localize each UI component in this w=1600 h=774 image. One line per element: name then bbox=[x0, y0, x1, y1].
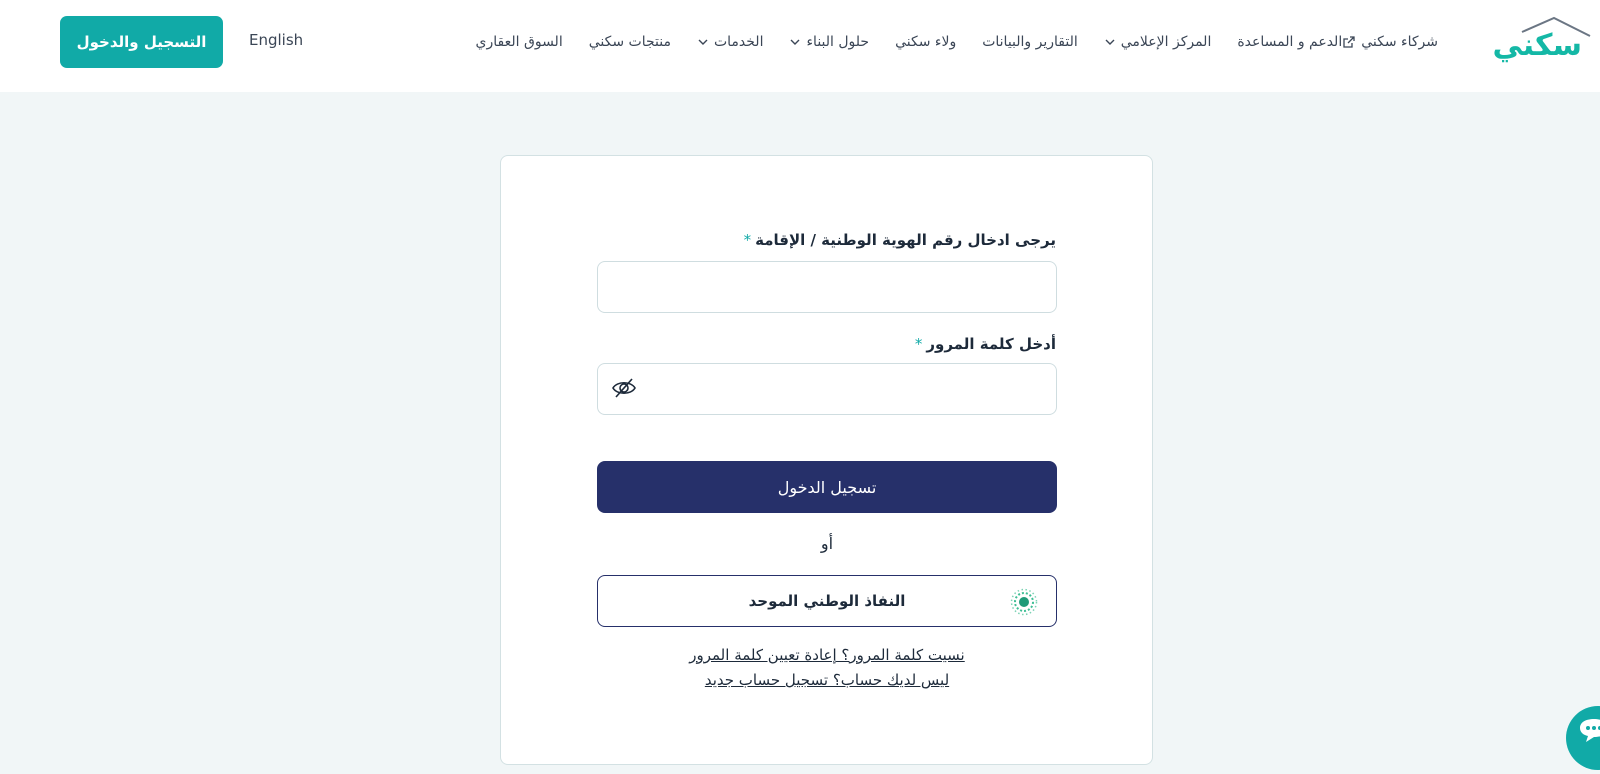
password-field-label: أدخل كلمة المرور* bbox=[596, 335, 1056, 353]
id-field-label: يرجى ادخال رقم الهوية الوطنية / الإقامة* bbox=[596, 231, 1056, 249]
external-link-icon bbox=[1343, 36, 1355, 48]
nav-item-support[interactable]: الدعم و المساعدة bbox=[1237, 34, 1342, 50]
required-marker: * bbox=[914, 335, 923, 353]
nav-item-label: الخدمات bbox=[713, 34, 764, 50]
nav-item-label: الدعم و المساعدة bbox=[1237, 34, 1343, 50]
eye-off-icon[interactable] bbox=[611, 375, 637, 401]
forgot-password-link[interactable]: نسيت كلمة المرور؟ إعادة تعيين كلمة المرو… bbox=[597, 646, 1057, 664]
password-label-text: أدخل كلمة المرور bbox=[926, 335, 1056, 353]
or-divider: أو bbox=[820, 534, 834, 553]
nav-item-reports-data[interactable]: التقارير والبيانات bbox=[982, 34, 1078, 50]
chat-widget-button[interactable] bbox=[1566, 706, 1600, 770]
id-label-text: يرجى ادخال رقم الهوية الوطنية / الإقامة bbox=[755, 231, 1056, 249]
chevron-down-icon bbox=[1105, 39, 1115, 45]
main-nav: السوق العقاري منتجات سكني الخدمات حلول ا… bbox=[450, 30, 1438, 54]
chevron-down-icon bbox=[698, 39, 708, 45]
nafath-login-button[interactable]: النفاذ الوطني الموحد bbox=[597, 575, 1057, 627]
register-new-account-link[interactable]: ليس لديك حساب؟ تسجيل حساب جديد bbox=[597, 671, 1057, 689]
nav-item-label: شركاء سكني bbox=[1361, 34, 1438, 50]
nav-item-label: السوق العقاري bbox=[475, 34, 563, 50]
logo-text: سكني bbox=[1492, 28, 1583, 63]
nav-item-label: منتجات سكني bbox=[588, 34, 671, 50]
nav-item-label: ولاء سكني bbox=[895, 34, 957, 50]
nafath-label: النفاذ الوطني الموحد bbox=[748, 592, 906, 610]
nav-item-sakani-partners[interactable]: شركاء سكني bbox=[1342, 34, 1438, 50]
nav-item-services[interactable]: الخدمات bbox=[697, 34, 764, 50]
chat-bubble-icon bbox=[1580, 719, 1600, 742]
register-login-button[interactable]: التسجيل والدخول bbox=[60, 16, 223, 68]
password-input[interactable] bbox=[597, 363, 1057, 415]
sign-in-button[interactable]: تسجيل الدخول bbox=[597, 461, 1057, 513]
sakani-logo[interactable]: سكني bbox=[1492, 14, 1592, 64]
national-id-input[interactable] bbox=[597, 261, 1057, 313]
nav-item-label: حلول البناء bbox=[806, 34, 870, 50]
required-marker: * bbox=[743, 231, 752, 249]
chevron-down-icon bbox=[790, 39, 800, 45]
nafath-logo-icon bbox=[1010, 588, 1038, 616]
nav-item-label: التقارير والبيانات bbox=[982, 34, 1078, 50]
nav-item-label: المركز الإعلامي bbox=[1120, 34, 1212, 50]
nav-item-real-estate-market[interactable]: السوق العقاري bbox=[476, 34, 563, 50]
language-switch[interactable]: English bbox=[249, 31, 303, 49]
nav-item-sakani-loyalty[interactable]: ولاء سكني bbox=[895, 34, 956, 50]
login-card: يرجى ادخال رقم الهوية الوطنية / الإقامة*… bbox=[500, 155, 1153, 765]
nav-item-sakani-products[interactable]: منتجات سكني bbox=[589, 34, 671, 50]
nav-item-media-center[interactable]: المركز الإعلامي bbox=[1104, 34, 1212, 50]
top-header: سكني السوق العقاري منتجات سكني الخدمات ح… bbox=[0, 0, 1600, 92]
nav-item-building-solutions[interactable]: حلول البناء bbox=[789, 34, 869, 50]
